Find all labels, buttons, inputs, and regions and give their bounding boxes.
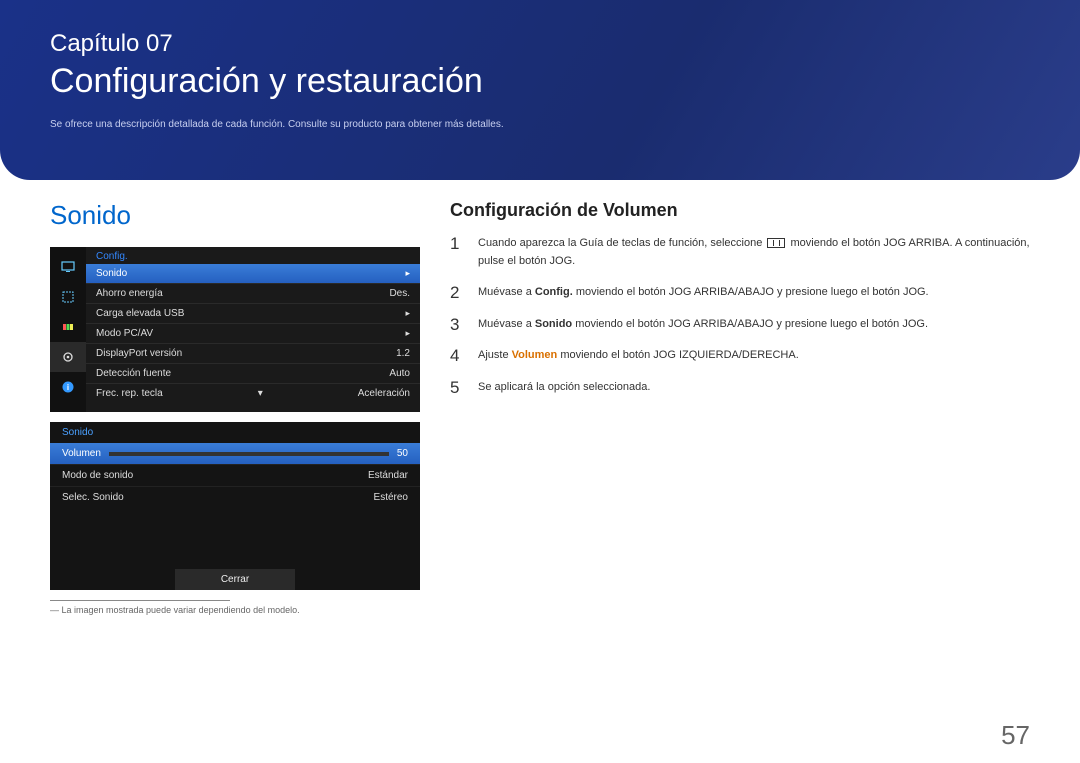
step-1: 1 Cuando aparezca la Guía de teclas de f… [450,235,1030,270]
monitor-icon [50,252,86,282]
step-2: 2 Muévase a Config. moviendo el botón JO… [450,284,1030,302]
volume-slider [109,452,389,456]
osd-row-deteccion: Detección fuente Auto [86,363,420,383]
chapter-title: Configuración y restauración [50,62,1030,101]
osd-menu-bottom: Sonido Volumen 50 Modo de sonido Estánda… [50,422,420,590]
step-3: 3 Muévase a Sonido moviendo el botón JOG… [450,316,1030,334]
osd-sub-selec: Selec. Sonido Estéreo [50,486,420,508]
right-title: Configuración de Volumen [450,200,1030,221]
svg-text:i: i [67,383,69,392]
chapter-label: Capítulo 07 [50,30,1030,58]
page-number: 57 [1001,720,1030,751]
osd-row-sonido: Sonido ▸ [86,264,420,283]
osd-row-usb: Carga elevada USB ▸ [86,303,420,323]
osd-close-button: Cerrar [175,569,295,590]
osd-menu-top: i Config. Sonido ▸ Ahorro energía Des. C… [50,247,420,412]
crop-icon [50,282,86,312]
info-icon: i [50,372,86,402]
content-area: Sonido i Config. Sonido ▸ A [0,180,1080,625]
osd-list: Config. Sonido ▸ Ahorro energía Des. Car… [86,247,420,412]
color-icon [50,312,86,342]
osd-header-label: Config. [86,247,420,264]
steps-list: 1 Cuando aparezca la Guía de teclas de f… [450,235,1030,397]
footnote: ― La imagen mostrada puede variar depend… [50,601,420,615]
osd-row-ahorro: Ahorro energía Des. [86,283,420,303]
chapter-subtitle: Se ofrece una descripción detallada de c… [50,119,1030,130]
menu-icon [767,238,785,248]
osd-icon-strip: i [50,247,86,412]
chevron-down-icon: ▾ [163,388,358,399]
gear-icon [50,342,86,372]
right-column: Configuración de Volumen 1 Cuando aparez… [450,200,1030,615]
chapter-header: Capítulo 07 Configuración y restauración… [0,0,1080,180]
step-4: 4 Ajuste Volumen moviendo el botón JOG I… [450,347,1030,365]
osd-sub-modo: Modo de sonido Estándar [50,464,420,486]
osd-row-frecrep: Frec. rep. tecla ▾ Aceleración [86,383,420,403]
osd-sub-title: Sonido [50,422,420,443]
step-5: 5 Se aplicará la opción seleccionada. [450,379,1030,397]
osd-row-pcav: Modo PC/AV ▸ [86,323,420,343]
osd-sub-volumen: Volumen 50 [50,443,420,464]
left-column: Sonido i Config. Sonido ▸ A [50,200,420,615]
section-title: Sonido [50,200,420,231]
osd-row-displayport: DisplayPort versión 1.2 [86,343,420,363]
